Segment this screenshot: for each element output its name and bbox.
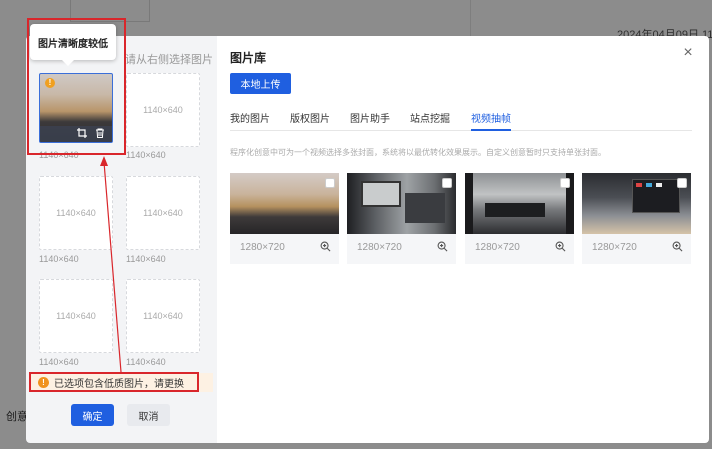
frame-size: 1280×720 [475, 242, 520, 253]
video-frame-thumbnail [347, 173, 456, 234]
zoom-in-icon[interactable] [437, 241, 448, 252]
empty-image-slot[interactable]: 1140×640 [126, 73, 200, 147]
frame-size: 1280×720 [240, 242, 285, 253]
confirm-button[interactable]: 确定 [71, 404, 114, 426]
close-icon[interactable]: × [681, 44, 695, 62]
empty-image-slot[interactable]: 1140×640 [39, 279, 113, 353]
slot-caption: 1140×640 [126, 150, 166, 160]
empty-image-slot[interactable]: 1140×640 [126, 279, 200, 353]
slot-size-label: 1140×640 [56, 208, 96, 218]
frame-size: 1280×720 [592, 242, 637, 253]
select-hint: 请从右侧选择图片 [125, 54, 213, 66]
video-frame-card[interactable]: 1280×720 [465, 173, 574, 264]
video-frame-card[interactable]: 1280×720 [582, 173, 691, 264]
video-frame-card[interactable]: 1280×720 [347, 173, 456, 264]
frame-checkbox[interactable] [560, 178, 570, 188]
video-frame-thumbnail [465, 173, 574, 234]
annotation-box-warning [29, 372, 199, 392]
zoom-in-icon[interactable] [555, 241, 566, 252]
zoom-in-icon[interactable] [320, 241, 331, 252]
slot-caption: 1140×640 [126, 357, 166, 367]
frame-size: 1280×720 [357, 242, 402, 253]
frame-checkbox[interactable] [325, 178, 335, 188]
frame-checkbox[interactable] [442, 178, 452, 188]
slot-caption: 1140×640 [39, 254, 79, 264]
tab-copyright-images[interactable]: 版权图片 [290, 110, 330, 131]
tab-site-mining[interactable]: 站点挖掘 [410, 110, 450, 131]
tab-video-frames[interactable]: 视频抽帧 [471, 110, 511, 131]
video-frame-thumbnail [230, 173, 339, 234]
zoom-in-icon[interactable] [672, 241, 683, 252]
library-tabs: 我的图片 版权图片 图片助手 站点挖掘 视频抽帧 [230, 110, 692, 131]
image-library-panel: 图片库 × 本地上传 我的图片 版权图片 图片助手 站点挖掘 视频抽帧 程序化创… [217, 36, 709, 443]
tab-image-assistant[interactable]: 图片助手 [350, 110, 390, 131]
video-cover-description: 程序化创意中可为一个视频选择多张封面，系统将以最优转化效果展示。自定义创意暂时只… [230, 148, 606, 157]
slot-size-label: 1140×640 [143, 208, 183, 218]
video-frame-thumbnail [582, 173, 691, 234]
frame-checkbox[interactable] [677, 178, 687, 188]
tab-my-images[interactable]: 我的图片 [230, 110, 270, 131]
local-upload-button[interactable]: 本地上传 [230, 73, 291, 94]
slot-size-label: 1140×640 [56, 311, 96, 321]
annotation-box-thumbnail [27, 18, 126, 155]
video-frame-card[interactable]: 1280×720 [230, 173, 339, 264]
library-title: 图片库 [230, 51, 267, 65]
empty-image-slot[interactable]: 1140×640 [126, 176, 200, 250]
slot-size-label: 1140×640 [143, 105, 183, 115]
cancel-button[interactable]: 取消 [127, 404, 170, 426]
slot-caption: 1140×640 [39, 357, 79, 367]
slot-caption: 1140×640 [126, 254, 166, 264]
empty-image-slot[interactable]: 1140×640 [39, 176, 113, 250]
slot-size-label: 1140×640 [143, 311, 183, 321]
